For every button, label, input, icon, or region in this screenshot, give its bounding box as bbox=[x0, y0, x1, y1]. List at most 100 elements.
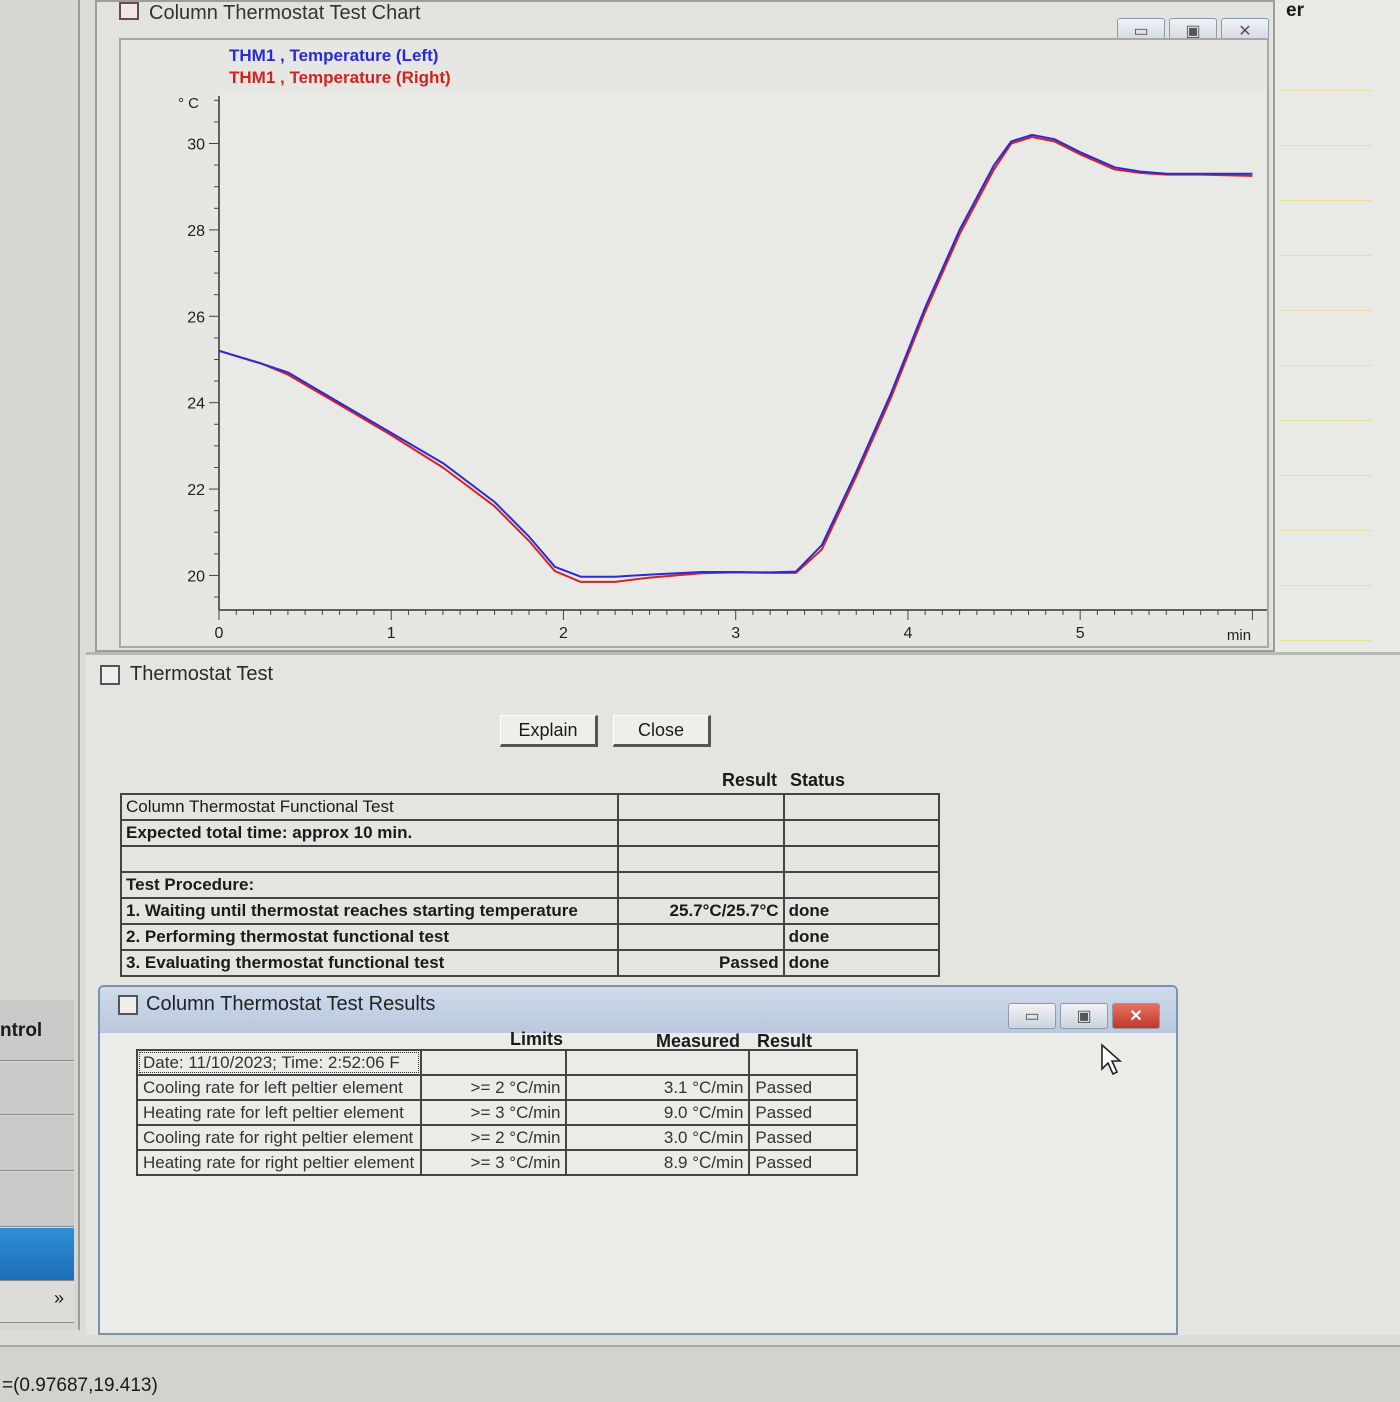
result-row: Cooling rate for left peltier element >= … bbox=[136, 1074, 858, 1101]
grid-line bbox=[1280, 90, 1372, 91]
document-icon bbox=[100, 665, 120, 685]
x-tick-label: 1 bbox=[387, 625, 396, 642]
test-step-status: done bbox=[782, 897, 941, 925]
y-tick-label: 30 bbox=[187, 137, 205, 154]
right-panel-label: er bbox=[1286, 0, 1304, 21]
test-step-result bbox=[617, 871, 785, 899]
test-step-label: Column Thermostat Functional Test bbox=[119, 793, 620, 821]
empty-cell bbox=[419, 1049, 568, 1076]
grid-line bbox=[1280, 200, 1372, 201]
test-table-row bbox=[119, 845, 941, 873]
test-step-label: 3. Evaluating thermostat functional test bbox=[119, 949, 620, 977]
x-tick-label: 4 bbox=[903, 625, 912, 642]
date-time-cell[interactable]: Date: 11/10/2023; Time: 2:52:06 F bbox=[136, 1049, 422, 1076]
grid-line bbox=[1280, 145, 1372, 146]
test-step-status bbox=[782, 793, 941, 821]
test-step-status: done bbox=[782, 949, 941, 977]
test-step-result bbox=[617, 845, 785, 873]
result-value: Passed bbox=[748, 1149, 858, 1176]
test-step-status bbox=[782, 819, 941, 847]
test-step-status: done bbox=[782, 923, 941, 951]
result-row: Heating rate for right peltier element >=… bbox=[136, 1149, 858, 1176]
grid-line bbox=[1280, 585, 1372, 586]
left-nav-item[interactable] bbox=[0, 1062, 74, 1115]
x-axis-unit-label: min bbox=[1227, 627, 1251, 644]
close-icon: ✕ bbox=[1129, 1008, 1143, 1025]
left-nav-item[interactable] bbox=[0, 1172, 74, 1227]
result-label: Cooling rate for left peltier element bbox=[136, 1074, 422, 1101]
expand-icon: » bbox=[53, 1288, 64, 1308]
y-axis-unit-label: ° C bbox=[178, 95, 199, 112]
x-tick-label: 5 bbox=[1076, 625, 1085, 642]
chart-area[interactable]: THM1 , Temperature (Left) THM1 , Tempera… bbox=[119, 38, 1269, 648]
test-step-label: Test Procedure: bbox=[119, 871, 620, 899]
result-value: Passed bbox=[748, 1074, 858, 1101]
plot-background bbox=[219, 92, 1267, 610]
y-tick-label: 22 bbox=[187, 482, 205, 499]
limit-value: >= 3 °C/min bbox=[419, 1099, 568, 1126]
cursor-coordinates: =(0.97687,19.413) bbox=[2, 1375, 158, 1396]
left-nav-item[interactable]: ntrol bbox=[0, 1000, 74, 1061]
test-results-window: Column Thermostat Test Results ▭ ▣ ✕ Lim… bbox=[98, 985, 1178, 1335]
test-table-row: 1. Waiting until thermostat reaches star… bbox=[119, 897, 941, 925]
test-step-label: 2. Performing thermostat functional test bbox=[119, 923, 620, 951]
minimize-icon: ▭ bbox=[1024, 1008, 1040, 1025]
close-test-button[interactable]: Close bbox=[613, 715, 711, 747]
y-tick-label: 28 bbox=[187, 223, 205, 240]
test-step-label: Expected total time: approx 10 min. bbox=[119, 819, 620, 847]
close-button[interactable]: ✕ bbox=[1112, 1003, 1160, 1029]
empty-cell bbox=[565, 1049, 751, 1076]
test-step-result: 25.7°C/25.7°C bbox=[617, 897, 785, 925]
grid-line bbox=[1280, 255, 1372, 256]
measured-value: 9.0 °C/min bbox=[565, 1099, 751, 1126]
maximize-button[interactable]: ▣ bbox=[1060, 1003, 1108, 1029]
test-step-label: 1. Waiting until thermostat reaches star… bbox=[119, 897, 620, 925]
minimize-button[interactable]: ▭ bbox=[1008, 1003, 1056, 1029]
results-table: Date: 11/10/2023; Time: 2:52:06 F Cooling… bbox=[136, 1049, 858, 1176]
left-nav-item-selected[interactable] bbox=[0, 1228, 74, 1281]
test-step-label bbox=[119, 845, 620, 873]
result-column-header: Result bbox=[722, 770, 778, 790]
results-window-title: Column Thermostat Test Results bbox=[146, 993, 436, 1015]
test-step-result bbox=[617, 923, 785, 951]
y-tick-label: 26 bbox=[187, 309, 205, 326]
limit-value: >= 3 °C/min bbox=[419, 1149, 568, 1176]
status-column-header: Status bbox=[790, 770, 846, 790]
result-label: Cooling rate for right peltier element bbox=[136, 1124, 422, 1151]
explain-button[interactable]: Explain bbox=[500, 715, 598, 747]
left-nav-label: ntrol bbox=[0, 1020, 43, 1041]
chart-window: Column Thermostat Test Chart ▭ ▣ ✕ THM1 … bbox=[95, 0, 1275, 652]
test-step-result bbox=[617, 793, 785, 821]
measured-value: 3.1 °C/min bbox=[565, 1074, 751, 1101]
limit-value: >= 2 °C/min bbox=[419, 1074, 568, 1101]
test-step-status bbox=[782, 845, 941, 873]
y-tick-label: 20 bbox=[187, 568, 205, 585]
chart-window-title: Column Thermostat Test Chart bbox=[149, 2, 421, 24]
test-step-result: Passed bbox=[617, 949, 785, 977]
limits-column-header: Limits bbox=[510, 1029, 564, 1049]
result-row: Heating rate for left peltier element >= … bbox=[136, 1099, 858, 1126]
grid-line bbox=[1280, 530, 1372, 531]
left-nav-item[interactable] bbox=[0, 1116, 74, 1171]
test-step-result bbox=[617, 819, 785, 847]
grid-line bbox=[1280, 310, 1372, 311]
date-row: Date: 11/10/2023; Time: 2:52:06 F bbox=[136, 1049, 858, 1076]
measured-value: 3.0 °C/min bbox=[565, 1124, 751, 1151]
document-icon bbox=[118, 995, 138, 1015]
grid-line bbox=[1280, 420, 1372, 421]
temperature-chart[interactable]: 20 22 24 26 28 30 0 1 2 3 4 5 ° C min bbox=[121, 40, 1267, 646]
x-tick-label: 3 bbox=[731, 625, 740, 642]
result-label: Heating rate for left peltier element bbox=[136, 1099, 422, 1126]
y-tick-label: 24 bbox=[187, 396, 205, 413]
test-table-row: Test Procedure: bbox=[119, 871, 941, 899]
grid-line bbox=[1280, 640, 1372, 641]
test-table-row: Expected total time: approx 10 min. bbox=[119, 819, 941, 847]
result-value: Passed bbox=[748, 1124, 858, 1151]
maximize-icon: ▣ bbox=[1076, 1008, 1092, 1025]
x-tick-label: 2 bbox=[559, 625, 568, 642]
result-row: Cooling rate for right peltier element >=… bbox=[136, 1124, 858, 1151]
mouse-cursor-icon bbox=[1101, 1043, 1123, 1076]
result-label: Heating rate for right peltier element bbox=[136, 1149, 422, 1176]
expand-button[interactable]: » bbox=[0, 1282, 74, 1323]
result-value: Passed bbox=[748, 1099, 858, 1126]
